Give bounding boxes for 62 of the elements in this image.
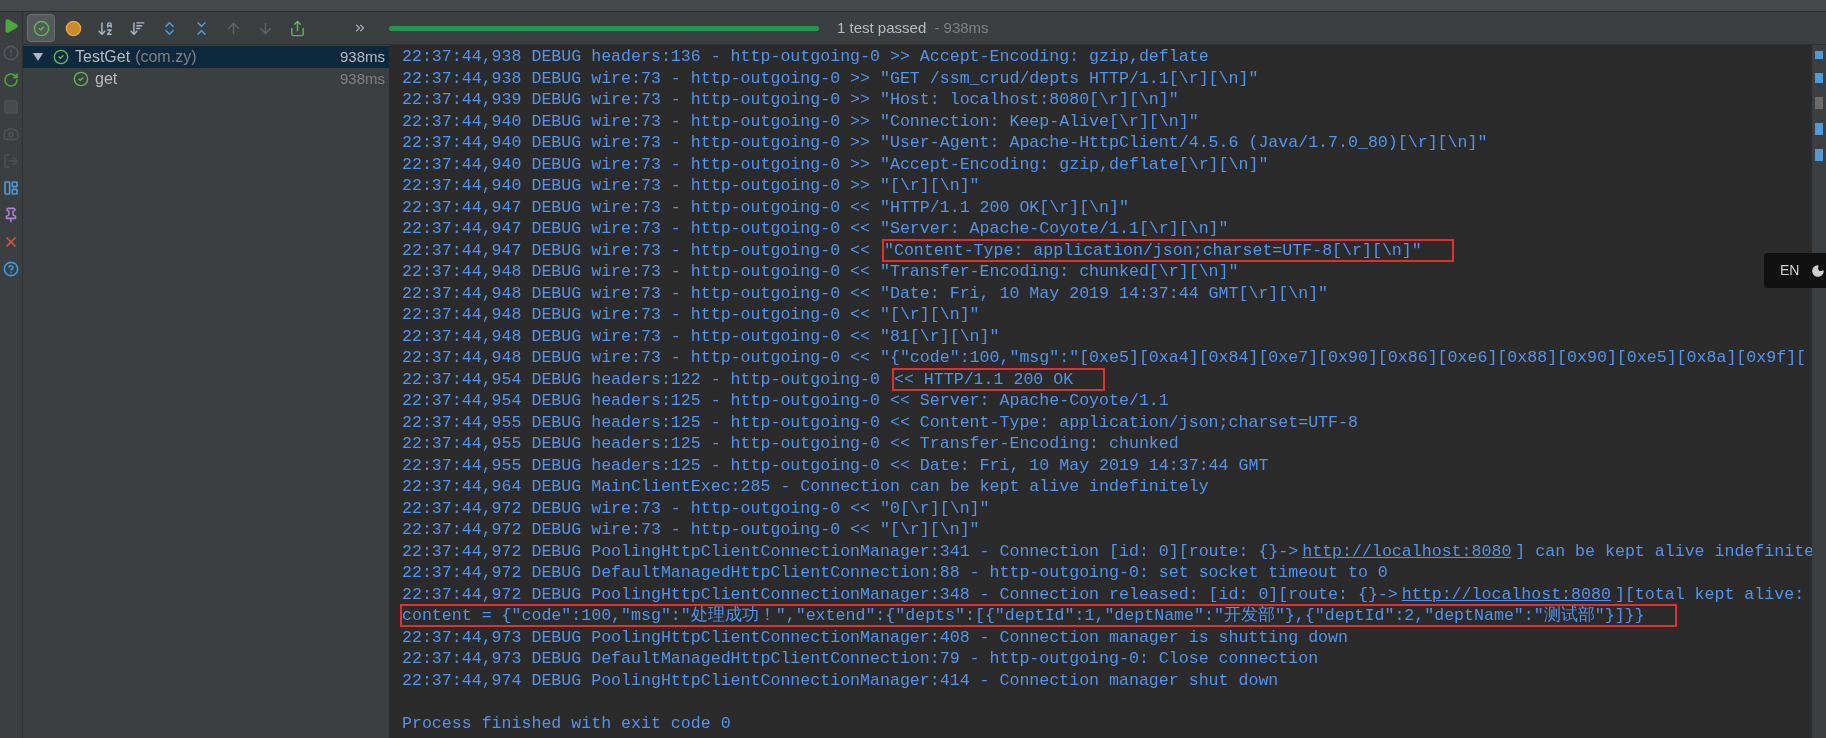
test-name: get: [95, 69, 118, 89]
play-icon: [3, 18, 19, 34]
console-line: 22:37:44,940 DEBUG wire:73 - http-outgoing-0 >> "Connection: Keep-Alive[\r][\n]": [401, 110, 1200, 133]
ime-indicator[interactable]: EN: [1764, 253, 1826, 288]
console-line: 22:37:44,972 DEBUG wire:73 - http-outgoing-0 << "0[\r][\n]": [401, 497, 991, 520]
console-line: 22:37:44,940 DEBUG wire:73 - http-outgoing-0 >> "Accept-Encoding: gzip,deflate[\r][\n]": [401, 153, 1270, 176]
console-line: 22:37:44,955 DEBUG headers:125 - http-outgoing-0 << Date: Fri, 10 May 2019 14:37:44 GMT: [401, 454, 1270, 477]
console-line: 22:37:44,972 DEBUG PoolingHttpClientConnectionManager:348 - Connection released: [id: 0][route: {}->: [401, 583, 1399, 606]
moon-icon: [1811, 263, 1826, 278]
console-line: 22:37:44,939 DEBUG wire:73 - http-outgoing-0 >> "Host: localhost:8080[\r][\n]": [401, 89, 1180, 112]
test-status: 1 test passed: [837, 17, 927, 38]
check-circle-icon: [32, 19, 50, 37]
test-package: (com.zy): [135, 47, 197, 67]
help-button[interactable]: [1, 259, 21, 279]
test-duration: 938ms: [339, 46, 385, 67]
test-tree-row[interactable]: get 938ms: [23, 68, 389, 90]
close-icon: [3, 234, 19, 250]
console-line: 22:37:44,948 DEBUG wire:73 - http-outgoing-0 << "{"code":100,"msg":"[0xe5][0xa4][0x84][0xe7][0x90][0x86][0xe6][0x88][0x90][0xe5][0x8a][0x9f][: [401, 347, 1808, 370]
console-line: ] can be kept alive indefinite: [1514, 540, 1816, 563]
rerun-icon: [3, 72, 19, 88]
console-line: 22:37:44,955 DEBUG headers:125 - http-outgoing-0 << Transfer-Encoding: chunked: [401, 433, 1180, 456]
test-total-duration: - 938ms: [933, 17, 989, 38]
console-link[interactable]: http://localhost:8080: [1399, 582, 1613, 606]
console-line: 22:37:44,938 DEBUG wire:73 - http-outgoing-0 >> "GET /ssm_crud/depts HTTP/1.1[\r][\n]": [401, 67, 1260, 90]
console-line: 22:37:44,955 DEBUG headers:125 - http-outgoing-0 << Content-Type: application/json;charset=UTF-8: [401, 411, 1359, 434]
test-name: TestGet: [75, 47, 131, 67]
help-icon: [3, 261, 19, 277]
expand-triangle-icon[interactable]: [33, 52, 43, 62]
console-line: ][total kept alive:: [1613, 583, 1806, 606]
console-line: 22:37:44,973 DEBUG PoolingHttpClientConnectionManager:408 - Connection manager is shutting down: [401, 626, 1349, 649]
console-link[interactable]: http://localhost:8080: [1300, 539, 1514, 563]
console-line: 22:37:44,972 DEBUG wire:73 - http-outgoing-0 << "[\r][\n]": [401, 519, 981, 542]
console-line: 22:37:44,954 DEBUG headers:125 - http-outgoing-0 << Server: Apache-Coyote/1.1: [401, 390, 1170, 413]
check-circle-button[interactable]: [27, 14, 55, 42]
test-duration: 938ms: [339, 68, 385, 89]
console-line: 22:37:44,964 DEBUG MainClientExec:285 - Connection can be kept alive indefinitely: [401, 476, 1210, 499]
pin-icon: [3, 207, 19, 223]
sort-alphabetical-icon: [96, 19, 114, 37]
console-line: 22:37:44,954 DEBUG headers:122 - http-outgoing-0: [401, 368, 881, 391]
console-line: 22:37:44,948 DEBUG wire:73 - http-outgoing-0 << "81[\r][\n]": [401, 325, 1001, 348]
console-line: 22:37:44,938 DEBUG headers:136 - http-outgoing-0 >> Accept-Encoding: gzip,deflate: [401, 46, 1210, 69]
layout-button[interactable]: [1, 178, 21, 198]
console-line: 22:37:44,973 DEBUG DefaultManagedHttpClientConnection:79 - http-outgoing-0: Close connection: [401, 648, 1320, 671]
console-line: 22:37:44,948 DEBUG wire:73 - http-outgoing-0 << "Date: Fri, 10 May 2019 14:37:44 GMT[\r][\n]": [401, 282, 1330, 305]
console-line: 22:37:44,940 DEBUG wire:73 - http-outgoing-0 >> "User-Agent: Apache-HttpClient/4.5.6 (Java/1.7.0_80)[\r][\n]": [401, 132, 1489, 155]
rerun-button[interactable]: [1, 70, 21, 90]
warning-icon: [3, 45, 19, 61]
console-line: 22:37:44,948 DEBUG wire:73 - http-outgoing-0 << "Transfer-Encoding: chunked[\r][\n]": [401, 261, 1240, 284]
test-tree-row[interactable]: TestGet (com.zy) 938ms: [23, 46, 389, 68]
console-line: 22:37:44,940 DEBUG wire:73 - http-outgoing-0 >> "[\r][\n]": [401, 175, 981, 198]
sort-duration-icon: [128, 19, 146, 37]
export-icon: [288, 19, 306, 37]
more-icon[interactable]: [353, 21, 367, 35]
console-line: 22:37:44,974 DEBUG PoolingHttpClientConnectionManager:414 - Connection manager shut down: [401, 669, 1280, 692]
console-line: Process finished with exit code 0: [401, 712, 732, 735]
console-line: 22:37:44,972 DEBUG DefaultManagedHttpClientConnection:88 - http-outgoing-0: set socket timeout to 0: [401, 562, 1389, 585]
console-line: 22:37:44,948 DEBUG wire:73 - http-outgoing-0 << "[\r][\n]": [401, 304, 981, 327]
console-line: 22:37:44,947 DEBUG wire:73 - http-outgoing-0 << "Server: Apache-Coyote/1.1[\r][\n]": [401, 218, 1230, 241]
console-line: 22:37:44,947 DEBUG wire:73 - http-outgoing-0 << "HTTP/1.1 200 OK[\r][\n]": [401, 196, 1130, 219]
console-line: 22:37:44,972 DEBUG PoolingHttpClientConnectionManager:341 - Connection [id: 0][route: {}->: [401, 540, 1300, 563]
layout-icon: [3, 180, 19, 196]
console-line: 22:37:44,947 DEBUG wire:73 - http-outgoing-0 <<: [401, 239, 872, 262]
